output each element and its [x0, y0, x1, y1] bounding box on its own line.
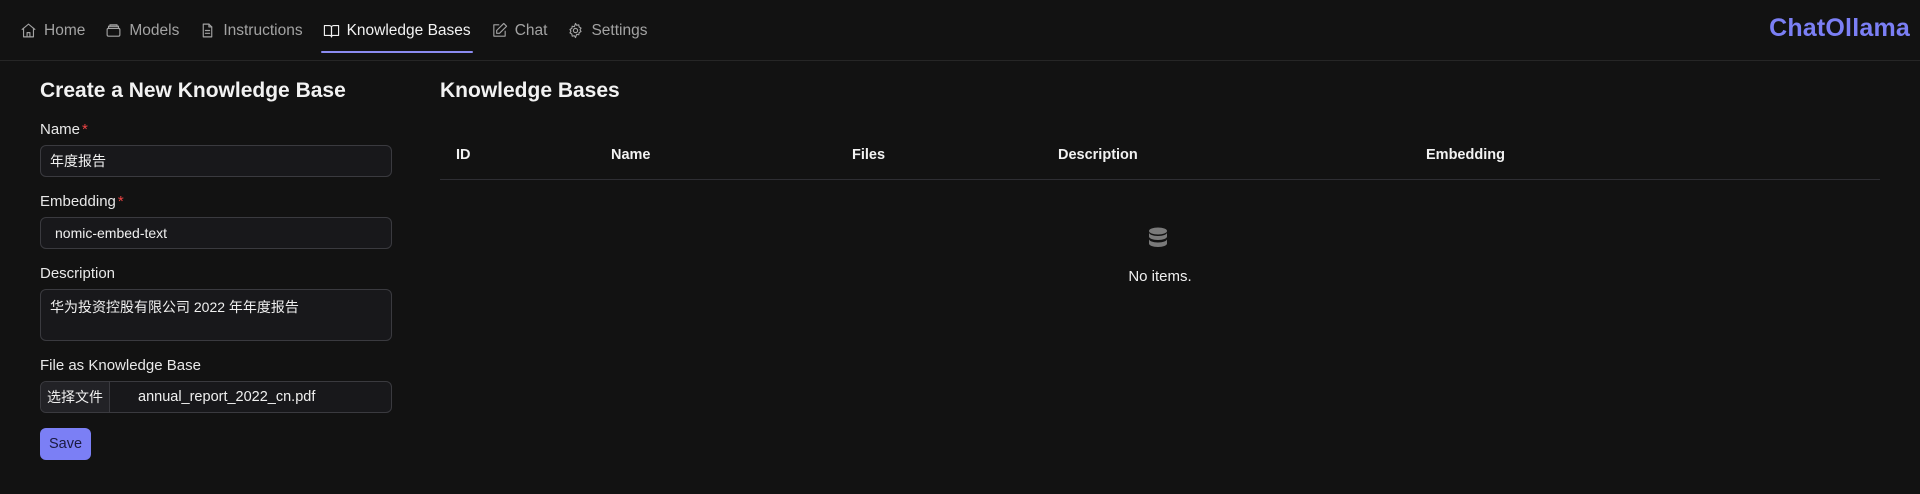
- required-marker: *: [117, 193, 124, 210]
- selected-file-name: annual_report_2022_cn.pdf: [138, 389, 316, 405]
- column-header-files[interactable]: Files: [852, 147, 885, 163]
- database-icon: [1149, 227, 1167, 247]
- document-icon: [203, 23, 213, 38]
- nav-models[interactable]: Models: [95, 0, 189, 61]
- description-textarea[interactable]: 华为投资控股有限公司 2022 年年度报告: [40, 289, 392, 341]
- name-input-value: 年度报告: [50, 153, 106, 169]
- nav-models-label: Models: [129, 21, 180, 39]
- description-textarea-value: 华为投资控股有限公司 2022 年年度报告: [50, 299, 299, 315]
- column-header-description[interactable]: Description: [1058, 147, 1138, 163]
- home-icon: [21, 23, 36, 38]
- required-marker: *: [82, 121, 88, 138]
- nav-home-label: Home: [44, 21, 86, 39]
- nav-instructions-label: Instructions: [223, 21, 303, 39]
- column-header-embedding[interactable]: Embedding: [1426, 147, 1505, 163]
- pencil-square-icon: [492, 22, 507, 37]
- gear-icon: [569, 22, 583, 39]
- choose-file-button[interactable]: 选择文件: [41, 382, 110, 412]
- name-input[interactable]: 年度报告: [40, 145, 392, 177]
- file-input[interactable]: 选择文件 annual_report_2022_cn.pdf: [40, 381, 392, 413]
- nav-chat[interactable]: Chat: [481, 0, 558, 61]
- main-nav: Home Models Instructions Knowledge Bases…: [10, 0, 657, 61]
- embedding-select-value: nomic-embed-text: [55, 225, 168, 241]
- form-title: Create a New Knowledge Base: [40, 79, 346, 102]
- nav-knowledge-bases-label: Knowledge Bases: [346, 21, 471, 39]
- column-header-name[interactable]: Name: [611, 147, 651, 163]
- name-label-text: Name: [40, 121, 81, 138]
- brand-logo[interactable]: ChatOllama: [1769, 14, 1910, 43]
- nav-knowledge-bases[interactable]: Knowledge Bases: [313, 0, 481, 61]
- nav-home[interactable]: Home: [10, 0, 95, 61]
- models-icon: [106, 24, 121, 37]
- book-open-icon: [323, 24, 339, 38]
- embedding-label: Embedding *: [40, 193, 124, 210]
- column-header-id[interactable]: ID: [456, 147, 471, 163]
- nav-settings-label: Settings: [591, 21, 648, 39]
- save-button[interactable]: Save: [40, 428, 91, 460]
- nav-settings[interactable]: Settings: [557, 0, 657, 61]
- nav-chat-label: Chat: [514, 21, 548, 39]
- embedding-select[interactable]: nomic-embed-text: [40, 217, 392, 249]
- nav-instructions[interactable]: Instructions: [189, 0, 312, 61]
- table-header: ID Name Files Description Embedding: [440, 134, 1880, 180]
- top-navbar: Home Models Instructions Knowledge Bases…: [0, 0, 1920, 61]
- empty-state-text: No items.: [1128, 268, 1192, 285]
- description-label: Description: [40, 265, 116, 282]
- embedding-label-text: Embedding: [40, 193, 116, 210]
- knowledge-bases-title: Knowledge Bases: [440, 79, 620, 102]
- file-label: File as Knowledge Base: [40, 357, 201, 374]
- name-label: Name *: [40, 121, 88, 138]
